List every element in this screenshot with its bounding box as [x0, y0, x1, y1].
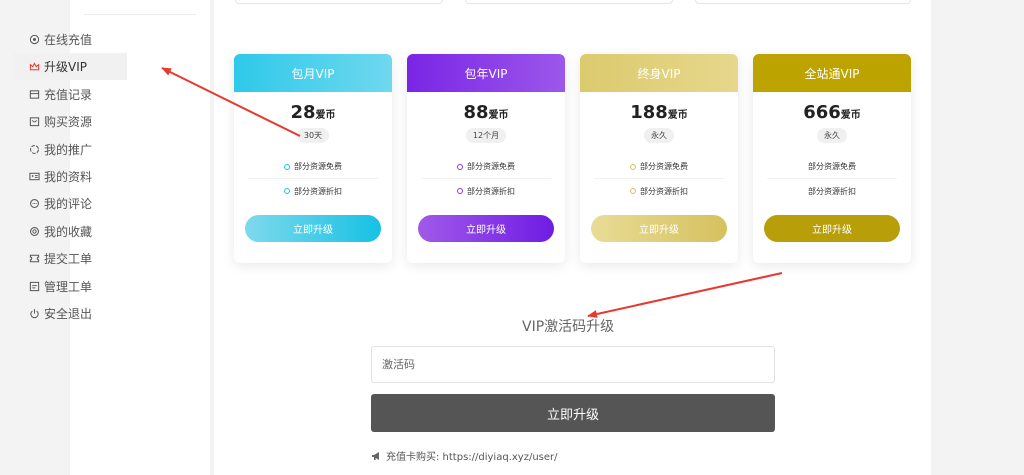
bullet-icon	[630, 163, 636, 170]
plan-feature: 部分资源免费	[421, 155, 551, 179]
upgrade-button[interactable]: 立即升级	[591, 215, 727, 242]
record-icon	[28, 88, 40, 100]
sidebar-item-4[interactable]: 我的推广	[14, 136, 127, 163]
top-field-1[interactable]	[235, 0, 443, 4]
plan-name: 终身VIP	[580, 54, 738, 92]
comment-icon	[28, 198, 40, 210]
share-icon	[28, 143, 40, 155]
bag-icon	[28, 116, 40, 128]
plan-name: 包月VIP	[234, 54, 392, 92]
plan-feature: 部分资源免费	[594, 155, 724, 179]
price-value: 28	[290, 102, 316, 123]
bullet-icon	[457, 188, 463, 194]
plan-name: 全站通VIP	[753, 54, 911, 92]
upgrade-button[interactable]: 立即升级	[764, 215, 900, 242]
sidebar-item-label: 我的资料	[44, 170, 93, 184]
upgrade-button[interactable]: 立即升级	[418, 215, 554, 242]
megaphone-icon	[371, 450, 383, 462]
plan-feature: 部分资源折扣	[594, 179, 724, 203]
plan-feature: 部分资源免费	[767, 155, 897, 179]
sidebar-item-label: 我的推广	[44, 142, 93, 157]
sidebar-item-10[interactable]: 安全退出	[14, 300, 127, 327]
plan-feature: 部分资源免费	[248, 155, 378, 179]
plan-feature: 部分资源折扣	[421, 179, 551, 203]
feature-text: 部分资源免费	[640, 162, 688, 171]
plan-feature: 部分资源折扣	[767, 179, 897, 203]
sidebar-item-9[interactable]: 管理工单	[14, 273, 127, 300]
vip-plan-card: 包年VIP 88爱币 12个月部分资源免费 部分资源折扣立即升级	[407, 54, 565, 263]
crown-icon	[28, 61, 40, 73]
plan-duration: 永久	[817, 128, 847, 143]
sidebar-item-label: 充值记录	[44, 87, 93, 102]
bullet-icon	[457, 163, 463, 170]
feature-text: 部分资源折扣	[640, 186, 688, 196]
sidebar-item-2[interactable]: 充值记录	[14, 81, 127, 108]
price-value: 666	[803, 102, 841, 123]
plan-price: 28爱币	[234, 102, 392, 124]
price-value: 188	[630, 102, 668, 123]
sidebar-item-label: 安全退出	[44, 307, 93, 321]
coin-icon	[28, 34, 40, 46]
feature-text: 部分资源折扣	[467, 186, 515, 196]
plan-feature: 部分资源折扣	[248, 179, 378, 203]
vip-plan-card: 全站通VIP 666爱币永久部分资源免费 部分资源折扣立即升级	[753, 54, 911, 263]
edit-icon	[28, 280, 40, 292]
feature-text: 部分资源折扣	[294, 186, 342, 196]
bullet-icon	[284, 163, 290, 170]
sidebar-item-label: 管理工单	[44, 279, 93, 294]
sidebar-item-1[interactable]: 升级VIP	[14, 53, 127, 81]
sidebar-item-6[interactable]: 我的评论	[14, 190, 127, 217]
sidebar-item-3[interactable]: 购买资源	[14, 108, 127, 135]
sidebar-item-5[interactable]: 我的资料	[14, 163, 127, 190]
sidebar-item-label: 提交工单	[44, 252, 93, 267]
purchase-note-text: 充值卡购买: https://diyiaq.xyz/user/	[386, 452, 558, 463]
vip-plan-card: 包月VIP 28爱币 30天部分资源免费 部分资源折扣立即升级	[234, 54, 392, 263]
id-card-icon	[28, 171, 40, 183]
plan-duration: 30天	[296, 128, 330, 143]
sidebar-item-label: 升级VIP	[44, 60, 87, 75]
feature-text: 部分资源免费	[467, 162, 515, 171]
divider	[84, 14, 196, 15]
upgrade-button[interactable]: 立即升级	[245, 215, 381, 242]
power-icon	[28, 308, 40, 320]
vip-plan-card: 终身VIP 188爱币永久部分资源免费 部分资源折扣立即升级	[580, 54, 738, 263]
bullet-icon	[630, 188, 636, 194]
sidebar-item-label: 购买资源	[44, 115, 93, 130]
price-unit: 爱币	[667, 110, 688, 121]
sidebar-item-7[interactable]: 我的收藏	[14, 218, 127, 245]
price-unit: 爱币	[315, 110, 336, 121]
activate-button[interactable]: 立即升级	[371, 394, 775, 432]
plan-duration: 永久	[644, 128, 674, 143]
plan-price: 666爱币	[753, 102, 911, 124]
plan-price: 188爱币	[580, 102, 738, 124]
feature-text: 部分资源免费	[294, 162, 342, 171]
ticket-icon	[28, 253, 40, 265]
bullet-icon	[284, 188, 290, 194]
price-unit: 爱币	[488, 110, 509, 121]
price-value: 88	[463, 102, 489, 123]
price-unit: 爱币	[840, 110, 861, 121]
plan-duration: 12个月	[465, 128, 507, 143]
plan-price: 88爱币	[407, 102, 565, 124]
top-field-3[interactable]	[695, 0, 911, 4]
sidebar-item-label: 在线充值	[44, 33, 93, 47]
sidebar-item-0[interactable]: 在线充值	[14, 26, 127, 53]
feature-text: 部分资源免费	[808, 162, 856, 171]
feature-text: 部分资源折扣	[808, 186, 856, 196]
sidebar-item-label: 我的收藏	[44, 224, 93, 239]
star-icon	[28, 225, 40, 237]
activation-title: VIP激活码升级	[522, 319, 615, 335]
activation-code-input[interactable]	[371, 346, 775, 383]
plan-name: 包年VIP	[407, 54, 565, 92]
sidebar-item-label: 我的评论	[44, 197, 93, 212]
purchase-note: 充值卡购买: https://diyiaq.xyz/user/	[371, 448, 558, 463]
top-field-2[interactable]	[465, 0, 673, 4]
sidebar-item-8[interactable]: 提交工单	[14, 245, 127, 272]
